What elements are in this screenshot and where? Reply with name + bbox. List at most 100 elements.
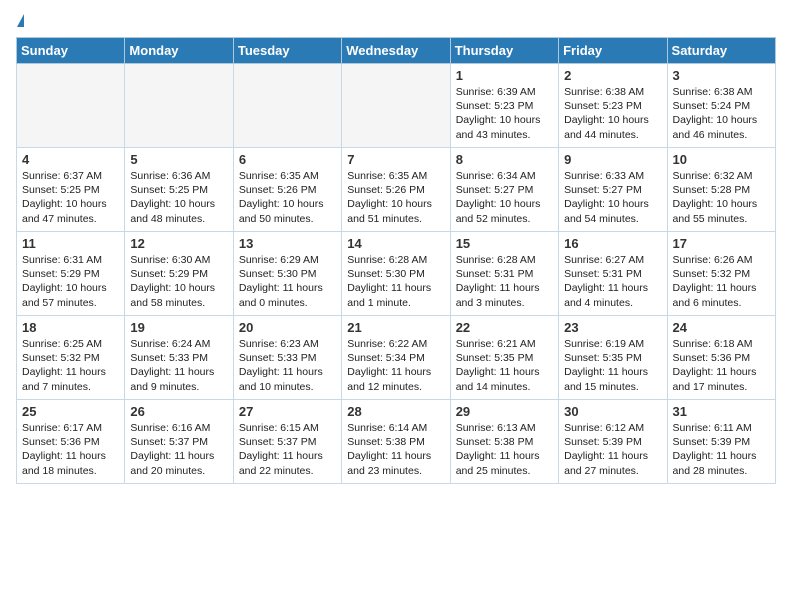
day-number: 1	[456, 68, 553, 83]
day-number: 2	[564, 68, 661, 83]
calendar-cell: 2 Sunrise: 6:38 AM Sunset: 5:23 PM Daylig…	[559, 64, 667, 148]
day-number: 22	[456, 320, 553, 335]
calendar-cell	[17, 64, 125, 148]
calendar-table: SundayMondayTuesdayWednesdayThursdayFrid…	[16, 37, 776, 484]
calendar-week-4: 18 Sunrise: 6:25 AM Sunset: 5:32 PM Dayli…	[17, 316, 776, 400]
day-number: 25	[22, 404, 119, 419]
weekday-header-wednesday: Wednesday	[342, 38, 450, 64]
calendar-cell	[125, 64, 233, 148]
day-info: Sunrise: 6:16 AM Sunset: 5:37 PM Dayligh…	[130, 421, 227, 478]
day-number: 7	[347, 152, 444, 167]
calendar-cell: 1 Sunrise: 6:39 AM Sunset: 5:23 PM Daylig…	[450, 64, 558, 148]
day-info: Sunrise: 6:28 AM Sunset: 5:31 PM Dayligh…	[456, 253, 553, 310]
day-info: Sunrise: 6:38 AM Sunset: 5:24 PM Dayligh…	[673, 85, 770, 142]
day-info: Sunrise: 6:39 AM Sunset: 5:23 PM Dayligh…	[456, 85, 553, 142]
weekday-header-thursday: Thursday	[450, 38, 558, 64]
day-info: Sunrise: 6:28 AM Sunset: 5:30 PM Dayligh…	[347, 253, 444, 310]
day-number: 17	[673, 236, 770, 251]
day-number: 3	[673, 68, 770, 83]
day-info: Sunrise: 6:23 AM Sunset: 5:33 PM Dayligh…	[239, 337, 336, 394]
calendar-cell	[233, 64, 341, 148]
day-info: Sunrise: 6:13 AM Sunset: 5:38 PM Dayligh…	[456, 421, 553, 478]
day-info: Sunrise: 6:33 AM Sunset: 5:27 PM Dayligh…	[564, 169, 661, 226]
day-info: Sunrise: 6:32 AM Sunset: 5:28 PM Dayligh…	[673, 169, 770, 226]
day-info: Sunrise: 6:15 AM Sunset: 5:37 PM Dayligh…	[239, 421, 336, 478]
calendar-cell: 24 Sunrise: 6:18 AM Sunset: 5:36 PM Dayli…	[667, 316, 775, 400]
day-info: Sunrise: 6:22 AM Sunset: 5:34 PM Dayligh…	[347, 337, 444, 394]
calendar-cell: 20 Sunrise: 6:23 AM Sunset: 5:33 PM Dayli…	[233, 316, 341, 400]
weekday-header-tuesday: Tuesday	[233, 38, 341, 64]
day-number: 9	[564, 152, 661, 167]
calendar-week-1: 1 Sunrise: 6:39 AM Sunset: 5:23 PM Daylig…	[17, 64, 776, 148]
day-info: Sunrise: 6:18 AM Sunset: 5:36 PM Dayligh…	[673, 337, 770, 394]
day-number: 20	[239, 320, 336, 335]
day-number: 15	[456, 236, 553, 251]
calendar-cell: 18 Sunrise: 6:25 AM Sunset: 5:32 PM Dayli…	[17, 316, 125, 400]
calendar-cell: 7 Sunrise: 6:35 AM Sunset: 5:26 PM Daylig…	[342, 148, 450, 232]
header	[16, 16, 776, 29]
calendar-cell: 23 Sunrise: 6:19 AM Sunset: 5:35 PM Dayli…	[559, 316, 667, 400]
day-info: Sunrise: 6:34 AM Sunset: 5:27 PM Dayligh…	[456, 169, 553, 226]
day-number: 26	[130, 404, 227, 419]
calendar-header-row: SundayMondayTuesdayWednesdayThursdayFrid…	[17, 38, 776, 64]
day-number: 4	[22, 152, 119, 167]
day-info: Sunrise: 6:19 AM Sunset: 5:35 PM Dayligh…	[564, 337, 661, 394]
calendar-cell: 4Sunrise: 6:37 AM Sunset: 5:25 PM Daylig…	[17, 148, 125, 232]
day-number: 27	[239, 404, 336, 419]
day-info: Sunrise: 6:35 AM Sunset: 5:26 PM Dayligh…	[347, 169, 444, 226]
calendar-cell: 21Sunrise: 6:22 AM Sunset: 5:34 PM Dayli…	[342, 316, 450, 400]
calendar-cell: 8 Sunrise: 6:34 AM Sunset: 5:27 PM Daylig…	[450, 148, 558, 232]
calendar-cell	[342, 64, 450, 148]
calendar-cell: 3 Sunrise: 6:38 AM Sunset: 5:24 PM Daylig…	[667, 64, 775, 148]
day-number: 18	[22, 320, 119, 335]
day-info: Sunrise: 6:14 AM Sunset: 5:38 PM Dayligh…	[347, 421, 444, 478]
day-info: Sunrise: 6:12 AM Sunset: 5:39 PM Dayligh…	[564, 421, 661, 478]
logo-triangle-icon	[17, 14, 24, 27]
calendar-cell: 11Sunrise: 6:31 AM Sunset: 5:29 PM Dayli…	[17, 232, 125, 316]
day-number: 10	[673, 152, 770, 167]
calendar-cell: 19Sunrise: 6:24 AM Sunset: 5:33 PM Dayli…	[125, 316, 233, 400]
calendar-week-3: 11Sunrise: 6:31 AM Sunset: 5:29 PM Dayli…	[17, 232, 776, 316]
day-info: Sunrise: 6:36 AM Sunset: 5:25 PM Dayligh…	[130, 169, 227, 226]
day-number: 30	[564, 404, 661, 419]
day-number: 31	[673, 404, 770, 419]
weekday-header-friday: Friday	[559, 38, 667, 64]
day-number: 19	[130, 320, 227, 335]
day-info: Sunrise: 6:26 AM Sunset: 5:32 PM Dayligh…	[673, 253, 770, 310]
calendar-cell: 15 Sunrise: 6:28 AM Sunset: 5:31 PM Dayli…	[450, 232, 558, 316]
day-info: Sunrise: 6:25 AM Sunset: 5:32 PM Dayligh…	[22, 337, 119, 394]
calendar-cell: 27 Sunrise: 6:15 AM Sunset: 5:37 PM Dayli…	[233, 400, 341, 484]
page-container: SundayMondayTuesdayWednesdayThursdayFrid…	[0, 0, 792, 494]
day-info: Sunrise: 6:30 AM Sunset: 5:29 PM Dayligh…	[130, 253, 227, 310]
day-info: Sunrise: 6:17 AM Sunset: 5:36 PM Dayligh…	[22, 421, 119, 478]
day-info: Sunrise: 6:11 AM Sunset: 5:39 PM Dayligh…	[673, 421, 770, 478]
calendar-cell: 12 Sunrise: 6:30 AM Sunset: 5:29 PM Dayli…	[125, 232, 233, 316]
day-info: Sunrise: 6:29 AM Sunset: 5:30 PM Dayligh…	[239, 253, 336, 310]
day-number: 29	[456, 404, 553, 419]
day-number: 23	[564, 320, 661, 335]
day-info: Sunrise: 6:38 AM Sunset: 5:23 PM Dayligh…	[564, 85, 661, 142]
day-info: Sunrise: 6:27 AM Sunset: 5:31 PM Dayligh…	[564, 253, 661, 310]
calendar-cell: 14 Sunrise: 6:28 AM Sunset: 5:30 PM Dayli…	[342, 232, 450, 316]
calendar-cell: 31 Sunrise: 6:11 AM Sunset: 5:39 PM Dayli…	[667, 400, 775, 484]
calendar-cell: 29 Sunrise: 6:13 AM Sunset: 5:38 PM Dayli…	[450, 400, 558, 484]
calendar-cell: 17 Sunrise: 6:26 AM Sunset: 5:32 PM Dayli…	[667, 232, 775, 316]
calendar-cell: 13 Sunrise: 6:29 AM Sunset: 5:30 PM Dayli…	[233, 232, 341, 316]
day-number: 28	[347, 404, 444, 419]
day-number: 13	[239, 236, 336, 251]
calendar-cell: 25 Sunrise: 6:17 AM Sunset: 5:36 PM Dayli…	[17, 400, 125, 484]
logo	[16, 16, 24, 29]
day-number: 24	[673, 320, 770, 335]
day-number: 12	[130, 236, 227, 251]
calendar-week-2: 4Sunrise: 6:37 AM Sunset: 5:25 PM Daylig…	[17, 148, 776, 232]
calendar-cell: 10 Sunrise: 6:32 AM Sunset: 5:28 PM Dayli…	[667, 148, 775, 232]
day-number: 11	[22, 236, 119, 251]
weekday-header-monday: Monday	[125, 38, 233, 64]
calendar-week-5: 25 Sunrise: 6:17 AM Sunset: 5:36 PM Dayli…	[17, 400, 776, 484]
calendar-cell: 30 Sunrise: 6:12 AM Sunset: 5:39 PM Dayli…	[559, 400, 667, 484]
calendar-cell: 9 Sunrise: 6:33 AM Sunset: 5:27 PM Daylig…	[559, 148, 667, 232]
calendar-cell: 6Sunrise: 6:35 AM Sunset: 5:26 PM Daylig…	[233, 148, 341, 232]
calendar-cell: 5Sunrise: 6:36 AM Sunset: 5:25 PM Daylig…	[125, 148, 233, 232]
day-number: 14	[347, 236, 444, 251]
day-number: 8	[456, 152, 553, 167]
